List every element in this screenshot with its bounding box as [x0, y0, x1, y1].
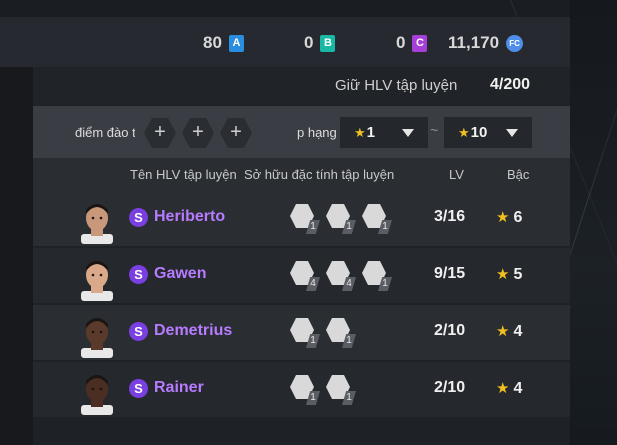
coach-level: 3/16 — [434, 208, 466, 225]
rank-max-select[interactable]: ★ 10 — [444, 117, 532, 148]
shield-shot-icon[interactable]: 1 — [326, 375, 356, 405]
table-row[interactable]: S Demetrius 1 1 2/10 ★ 4 — [33, 305, 570, 360]
currency-b: 0 B — [304, 32, 336, 54]
header-name[interactable]: Tên HLV tập luyện — [130, 167, 237, 182]
header-lv[interactable]: LV — [449, 167, 464, 182]
currency-fc-value: 11,170 — [448, 33, 500, 52]
filter-label: điểm đào t — [75, 125, 135, 140]
coach-tier: ★ 6 — [496, 208, 522, 227]
currency-c-value: 0 — [396, 33, 406, 52]
season-badge-icon: S — [129, 265, 148, 284]
chevron-down-icon — [402, 129, 414, 137]
add-trait-slot-2[interactable]: + — [182, 117, 214, 149]
currency-c: 0 C — [396, 32, 428, 54]
avatar — [77, 255, 117, 301]
tier-value: 4 — [513, 380, 523, 397]
keep-label: Giữ HLV tập luyện — [335, 77, 458, 94]
rank-max-value: 10 — [470, 124, 488, 141]
currency-a: 80 A — [203, 32, 244, 54]
coach-level: 2/10 — [434, 379, 466, 396]
season-badge-icon: S — [129, 208, 148, 227]
currency-b-value: 0 — [304, 33, 314, 52]
shield-jump-icon[interactable]: 4 — [326, 261, 356, 291]
tower-icon[interactable]: 1 — [290, 375, 320, 405]
star-icon: ★ — [458, 124, 470, 140]
coach-level: 9/15 — [434, 265, 466, 282]
coach-level: 2/10 — [434, 322, 466, 339]
header-traits[interactable]: Sở hữu đặc tính tập luyện — [244, 167, 394, 182]
filter-bar: điểm đào t + + + p hạng ★ 1 ~ ★ 10 — [33, 106, 570, 158]
coach-tier: ★ 4 — [496, 322, 522, 341]
rank-min-select[interactable]: ★ 1 — [340, 117, 428, 148]
tier-value: 4 — [513, 323, 523, 340]
token-a-icon: A — [228, 34, 244, 52]
token-b-icon: B — [320, 34, 336, 52]
add-trait-slot-3[interactable]: + — [220, 117, 252, 149]
coach-name: Heriberto — [154, 208, 226, 225]
coach-name: Gawen — [154, 265, 207, 282]
currency-a-value: 80 — [203, 33, 222, 52]
shield-sprint-icon[interactable]: 1 — [362, 261, 392, 291]
tier-value: 6 — [513, 209, 523, 226]
coach-name: Rainer — [154, 379, 204, 396]
table-header: Tên HLV tập luyện Sở hữu đặc tính tập lu… — [33, 158, 570, 191]
shield-dribble-icon[interactable]: 1 — [290, 318, 320, 348]
star-icon: ★ — [496, 266, 510, 283]
coach-panel: Giữ HLV tập luyện 4/200 điểm đào t + + +… — [33, 67, 570, 445]
currency-fc: 11,170 FC — [448, 32, 524, 54]
coach-name: Demetrius — [154, 322, 233, 339]
keep-coaches-bar: Giữ HLV tập luyện 4/200 — [33, 67, 570, 105]
left-strip — [0, 67, 33, 445]
add-trait-slot-1[interactable]: + — [144, 117, 176, 149]
header-tier[interactable]: Bậc — [507, 167, 529, 182]
star-icon: ★ — [496, 323, 510, 340]
rank-min-value: 1 — [366, 124, 375, 141]
shield-tackle-icon[interactable]: 1 — [290, 204, 320, 234]
shield-sprint-icon[interactable]: 1 — [362, 204, 392, 234]
table-row[interactable]: S Heriberto 1 1 1 3/16 ★ 6 — [33, 191, 570, 246]
chevron-down-icon — [506, 129, 518, 137]
shield-strength-icon[interactable]: 1 — [326, 318, 356, 348]
background-decor — [570, 0, 617, 445]
rank-label: p hạng — [297, 125, 337, 140]
shield-shot-icon[interactable]: 1 — [326, 204, 356, 234]
star-icon: ★ — [496, 380, 510, 397]
shield-tackle-icon[interactable]: 4 — [290, 261, 320, 291]
avatar — [77, 198, 117, 244]
season-badge-icon: S — [129, 322, 148, 341]
range-separator: ~ — [430, 122, 439, 138]
coach-tier: ★ 4 — [496, 379, 522, 398]
star-icon: ★ — [354, 124, 366, 140]
currency-bar: 80 A 0 B 0 C 11,170 FC — [0, 17, 570, 67]
token-c-icon: C — [412, 34, 428, 52]
keep-count: 4/200 — [490, 76, 531, 93]
table-row[interactable]: S Gawen 4 4 1 9/15 ★ 5 — [33, 248, 570, 303]
fc-coin-icon: FC — [506, 34, 524, 52]
star-icon: ★ — [496, 209, 510, 226]
avatar — [77, 312, 117, 358]
tier-value: 5 — [513, 266, 523, 283]
avatar — [77, 369, 117, 415]
season-badge-icon: S — [129, 379, 148, 398]
table-row[interactable]: S Rainer 1 1 2/10 ★ 4 — [33, 362, 570, 417]
coach-tier: ★ 5 — [496, 265, 522, 284]
